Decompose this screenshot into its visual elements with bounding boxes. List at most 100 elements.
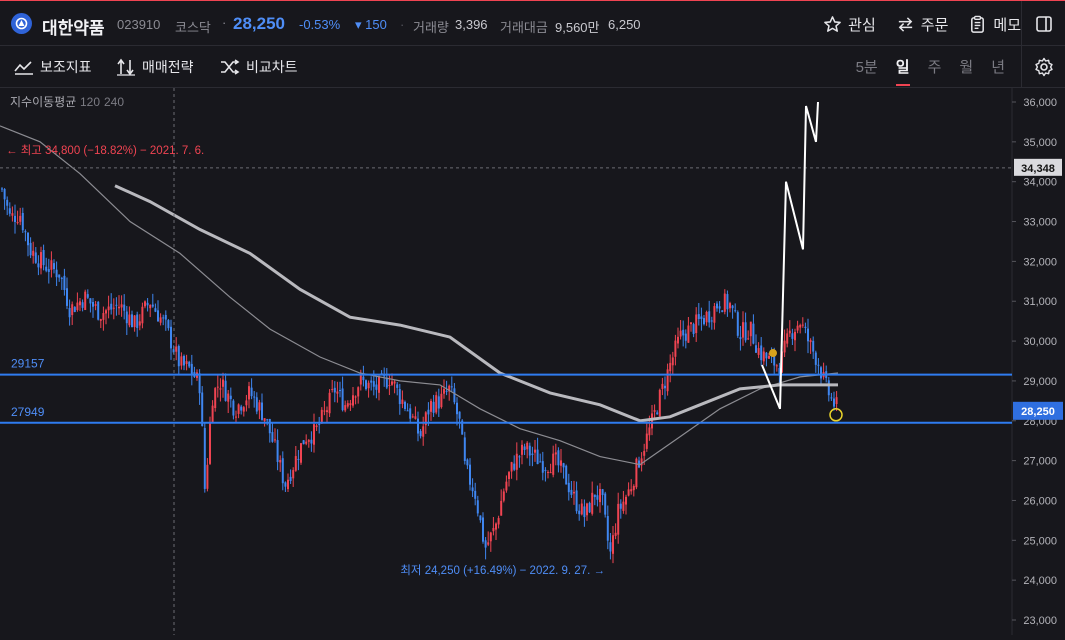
indicator-button[interactable]: 보조지표	[14, 57, 92, 77]
volume-label: 거래량	[413, 20, 449, 35]
candle-body	[588, 502, 591, 513]
panel-toggle-button[interactable]	[1021, 1, 1065, 47]
compare-label: 비교차트	[246, 59, 298, 75]
candle-body	[658, 389, 661, 417]
candle-body	[229, 395, 232, 400]
candle-body	[68, 307, 71, 318]
candle-body	[45, 266, 48, 271]
candle-body	[653, 410, 656, 412]
candle-body	[817, 364, 820, 366]
candle-body	[120, 304, 123, 308]
candle-body	[385, 377, 388, 388]
y-tick-label: 24,000	[1023, 575, 1057, 587]
candle-body	[807, 328, 809, 342]
candle-body	[118, 306, 120, 309]
candle-body	[487, 542, 490, 545]
candle-body	[255, 397, 258, 412]
candle-body	[443, 388, 445, 394]
candle-body	[497, 518, 500, 525]
candle-body	[21, 212, 24, 231]
candle-body	[409, 408, 412, 419]
chart-canvas[interactable]: 지수이동평균 120 240 36,00035,00034,00033,0003…	[0, 88, 1065, 635]
candle-body	[219, 388, 222, 390]
high-annotation: ← 최고 34,800 (−18.82%) − 2021. 7. 6.	[6, 144, 204, 157]
candle-body	[630, 489, 633, 492]
compare-button[interactable]: 비교차트	[220, 57, 298, 77]
candle-body	[635, 458, 638, 488]
candle-body	[339, 390, 341, 392]
candle-body	[404, 401, 406, 409]
candle-body	[232, 400, 235, 416]
candle-body	[16, 222, 19, 224]
candle-body	[627, 489, 630, 496]
extra-value: 6,250	[608, 17, 641, 32]
settings-button[interactable]	[1021, 46, 1065, 88]
candle-body	[201, 392, 204, 426]
ma-period-240: 240	[104, 95, 124, 109]
candle-body	[388, 384, 391, 386]
tab-5min[interactable]: 5분	[856, 56, 878, 77]
candle-body	[406, 410, 409, 412]
drawing-line[interactable]	[761, 101, 819, 410]
candle-body	[580, 503, 583, 515]
candle-body	[541, 461, 544, 473]
candle-body	[560, 460, 562, 466]
candle-body	[125, 311, 128, 324]
candle-body	[237, 404, 240, 414]
candle-body	[531, 453, 534, 455]
candle-body	[315, 425, 318, 428]
candle-body	[14, 215, 16, 223]
candle-body	[723, 293, 726, 312]
candle-body	[427, 409, 430, 415]
memo-button[interactable]: 메모	[968, 14, 1021, 35]
candle-body	[549, 472, 552, 474]
candle-body	[32, 250, 35, 256]
candle-body	[170, 326, 172, 349]
buy-sell-arrows-icon	[117, 58, 135, 76]
candle-body	[565, 465, 568, 485]
order-button[interactable]: 주문	[896, 14, 948, 35]
candle-body	[365, 380, 367, 390]
candle-body	[367, 382, 370, 389]
candle-body	[453, 388, 456, 403]
candle-body	[240, 406, 243, 411]
marker-dot	[769, 349, 777, 358]
tab-week[interactable]: 주	[928, 56, 942, 77]
candle-body	[313, 424, 315, 445]
watch-button[interactable]: 관심	[823, 14, 876, 35]
candle-body	[42, 250, 45, 266]
candle-body	[612, 535, 614, 554]
candle-body	[323, 410, 326, 412]
candle-body	[164, 314, 167, 320]
stock-code: 023910	[117, 17, 161, 32]
candle-body	[757, 348, 760, 355]
candle-body	[157, 310, 159, 322]
candle-body	[131, 314, 133, 328]
stock-name: 대한약품	[42, 19, 105, 38]
candle-body	[695, 314, 698, 334]
candle-body	[60, 277, 63, 279]
candle-body	[786, 333, 789, 344]
candle-body	[435, 395, 438, 413]
candle-body	[146, 302, 149, 306]
candle-body	[692, 324, 695, 334]
candle-body	[578, 510, 581, 515]
tab-month[interactable]: 월	[959, 56, 973, 77]
tab-day[interactable]: 일	[895, 56, 910, 86]
candle-body	[799, 324, 802, 328]
candle-body	[430, 400, 432, 412]
candle-body	[708, 311, 711, 323]
candle-body	[814, 352, 817, 365]
candle-body	[596, 495, 599, 500]
candle-body	[744, 322, 747, 341]
candle-body	[159, 317, 162, 323]
price-chart[interactable]: 지수이동평균 120 240 36,000 35,000 34,000 33,000 3…	[0, 88, 1065, 635]
candle-body	[747, 338, 750, 340]
strategy-button[interactable]: 매매전략	[116, 57, 194, 77]
candle-body	[440, 393, 443, 408]
candle-body	[606, 516, 609, 541]
candle-body	[151, 304, 154, 307]
volume-value: 3,396	[455, 17, 488, 32]
candle-body	[79, 301, 81, 306]
tab-year[interactable]: 년	[991, 56, 1005, 77]
